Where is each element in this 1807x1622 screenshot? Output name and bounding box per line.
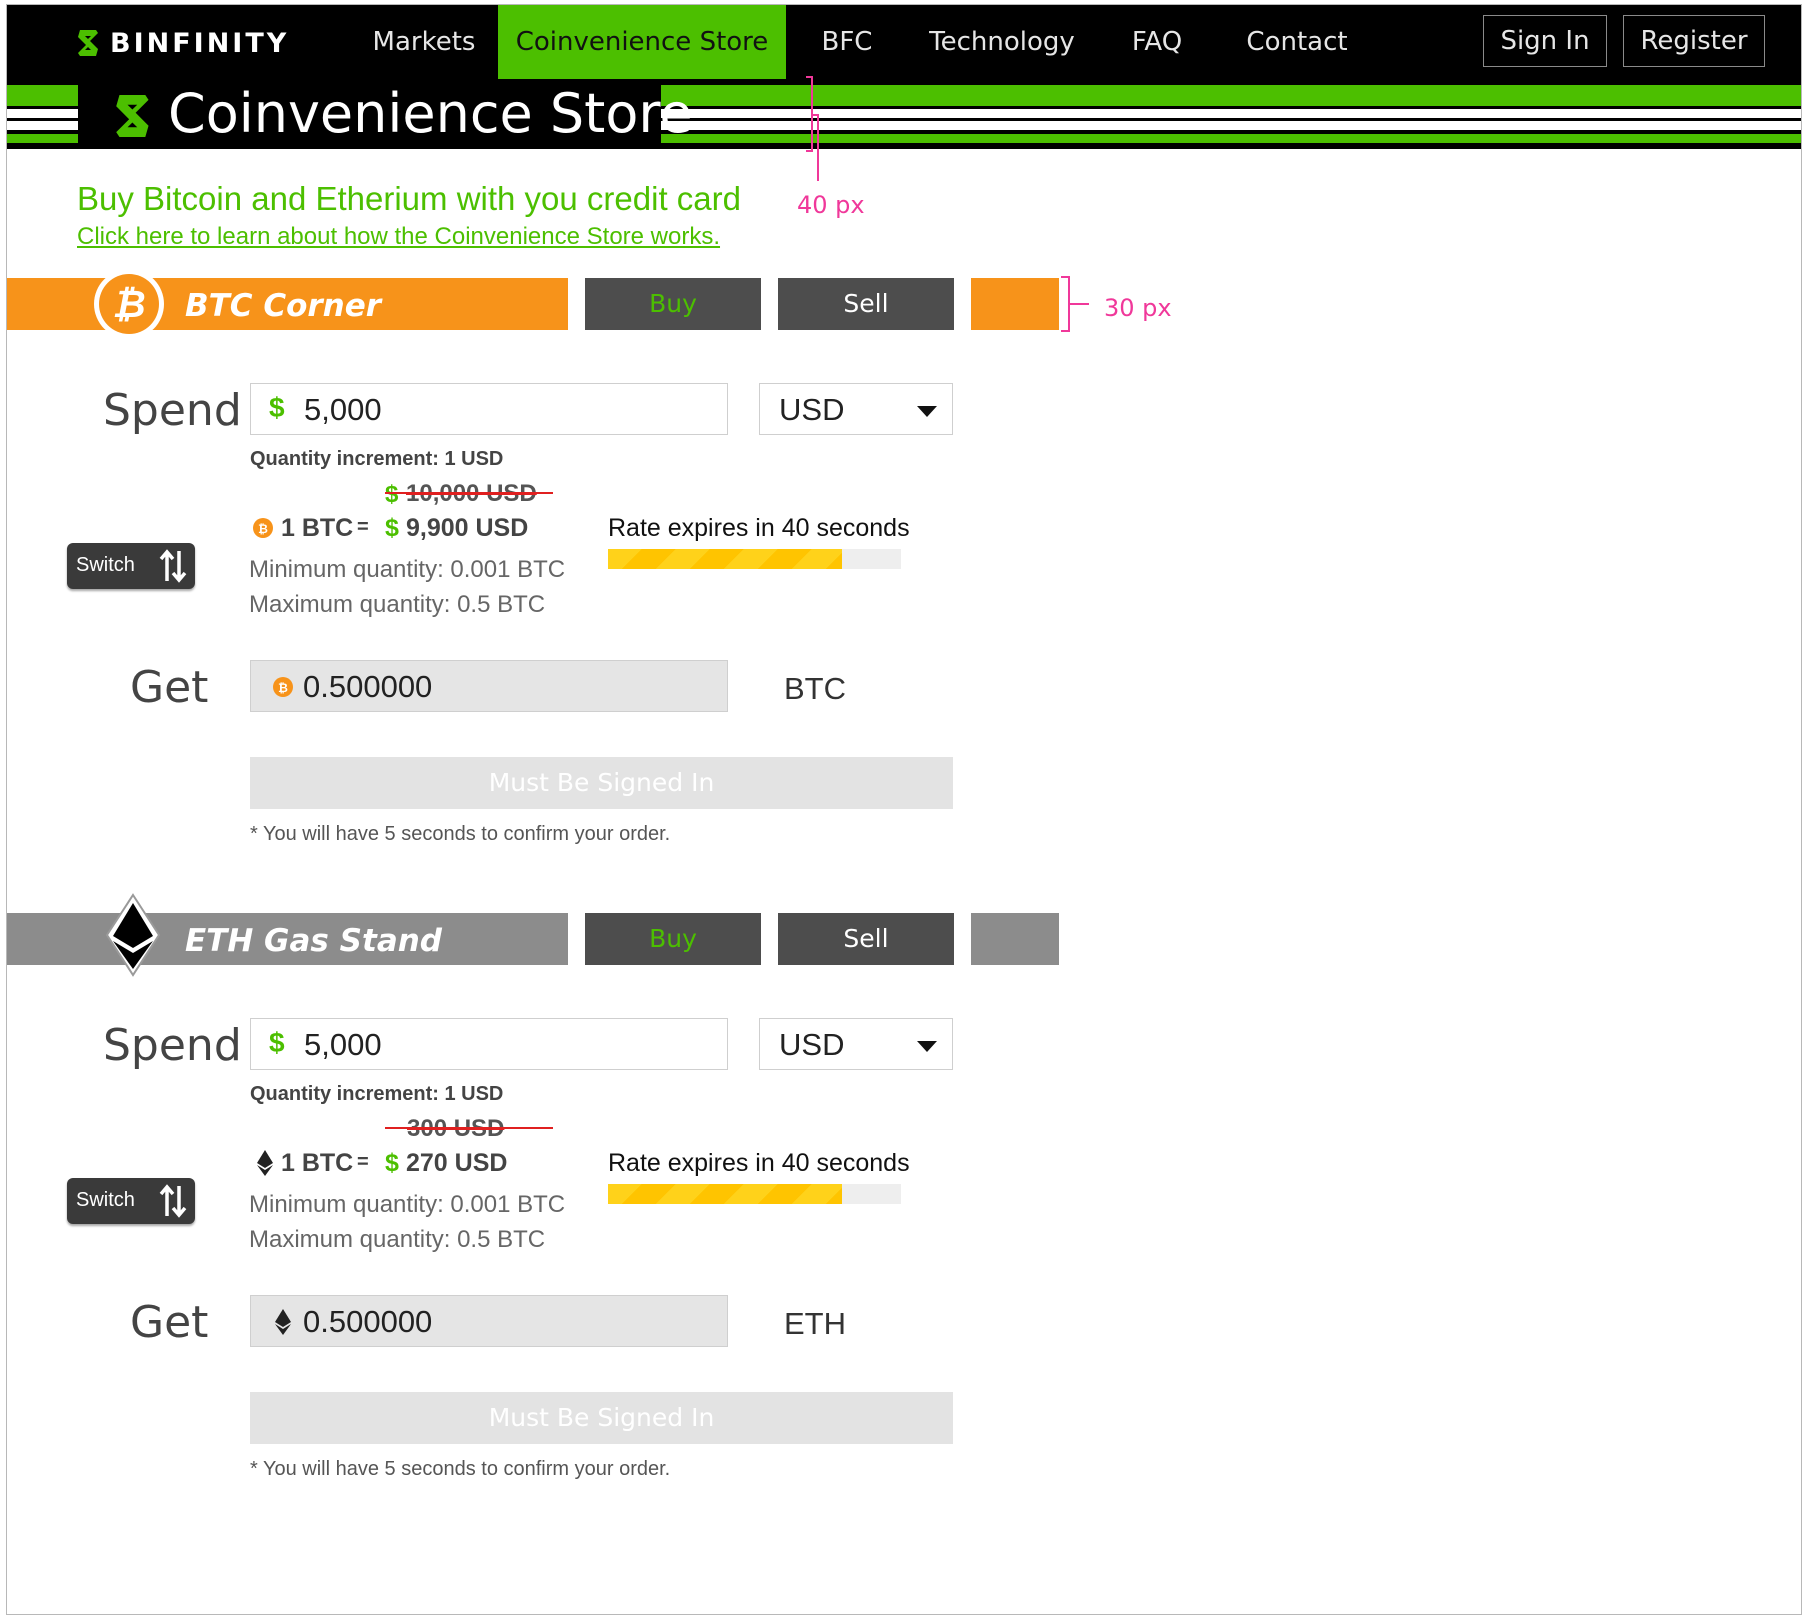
dollar-icon: $ (385, 514, 399, 542)
nav-technology[interactable]: Technology (917, 5, 1087, 79)
eth-get-label: Get (130, 1297, 209, 1348)
sign-in-button[interactable]: Sign In (1483, 15, 1607, 67)
strike-line (385, 492, 553, 494)
nav-markets[interactable]: Markets (359, 5, 489, 79)
switch-label: Switch (76, 1189, 135, 1211)
banner-title: Coinvenience Store (168, 82, 693, 145)
btc-confirm-note: * You will have 5 seconds to confirm you… (250, 823, 671, 845)
btc-get-output: ₿ 0.500000 (250, 660, 728, 712)
btc-get-unit: BTC (784, 671, 846, 706)
chevron-down-icon (917, 1041, 937, 1052)
eth-rate-unit: 1 BTC (281, 1149, 354, 1177)
btc-get-label: Get (130, 662, 209, 713)
how-it-works-link[interactable]: Click here to learn about how the Coinve… (77, 223, 720, 251)
dollar-icon: $ (269, 392, 285, 423)
eth-currency-select[interactable]: USD (759, 1018, 953, 1070)
coinvenience-logo-icon (116, 95, 149, 137)
btc-spend-label: Spend (103, 385, 242, 436)
rate-equals: = (357, 1151, 369, 1173)
btc-min-qty: Minimum quantity: 0.001 BTC (249, 556, 566, 583)
btc-switch-button[interactable]: Switch (67, 543, 195, 589)
eth-get-value: 0.500000 (303, 1304, 433, 1339)
annotation-bracket-icon (806, 76, 819, 181)
annotation-bar-height: 30 px (1104, 294, 1172, 322)
dollar-icon: $ (269, 1027, 285, 1058)
eth-section-title: ETH Gas Stand (185, 923, 442, 959)
bitcoin-icon: ₿ (273, 677, 293, 697)
page-frame: BINFINITY Markets Coinvenience Store BFC… (6, 4, 1802, 1615)
svg-text:₿: ₿ (112, 282, 145, 326)
eth-old-rate: 300 USD (407, 1115, 505, 1142)
btc-currency-select[interactable]: USD (759, 383, 953, 435)
ethereum-icon (105, 893, 161, 977)
ethereum-icon (257, 1150, 273, 1176)
eth-expiry-progress-fill (608, 1184, 843, 1204)
eth-switch-button[interactable]: Switch (67, 1178, 195, 1224)
eth-get-output: 0.500000 (250, 1295, 728, 1347)
binfinity-logo-icon (78, 30, 98, 56)
nav-contact[interactable]: Contact (1232, 5, 1362, 79)
eth-sell-tab[interactable]: Sell (778, 913, 954, 965)
intro-headline: Buy Bitcoin and Etherium with you credit… (77, 180, 741, 217)
bitcoin-icon: ₿ (94, 269, 164, 339)
btc-section-title: BTC Corner (185, 288, 382, 324)
btc-new-rate: 9,900 USD (406, 514, 529, 542)
btc-submit-button[interactable]: Must Be Signed In (250, 757, 953, 809)
nav-faq[interactable]: FAQ (1117, 5, 1197, 79)
rate-equals: = (357, 516, 369, 538)
btc-buy-tab[interactable]: Buy (585, 278, 761, 330)
swap-arrows-icon (159, 549, 187, 583)
svg-text:₿: ₿ (278, 681, 288, 695)
annotation-banner-height: 40 px (797, 191, 865, 219)
btc-expiry-progress-fill (608, 549, 843, 569)
eth-spend-input[interactable]: $ 5,000 (250, 1018, 728, 1070)
eth-rate-expires: Rate expires in 40 seconds (608, 1149, 910, 1177)
eth-buy-tab[interactable]: Buy (585, 913, 761, 965)
svg-text:₿: ₿ (258, 522, 268, 536)
eth-spend-label: Spend (103, 1020, 242, 1071)
eth-get-unit: ETH (784, 1306, 846, 1341)
eth-increment: Quantity increment: 1 USD (250, 1083, 504, 1105)
eth-new-rate: 270 USD (406, 1149, 508, 1177)
dollar-icon: $ (385, 1149, 399, 1177)
btc-old-rate: 10,000 USD (406, 480, 537, 507)
register-button[interactable]: Register (1623, 15, 1765, 67)
btc-sell-tab[interactable]: Sell (778, 278, 954, 330)
strike-line (385, 1127, 553, 1129)
chevron-down-icon (917, 406, 937, 417)
btc-get-value: 0.500000 (303, 669, 433, 704)
btc-spend-value: 5,000 (304, 392, 382, 427)
top-nav: BINFINITY Markets Coinvenience Store BFC… (7, 5, 1801, 79)
swap-arrows-icon (159, 1184, 187, 1218)
btc-bar-tail (971, 278, 1059, 330)
eth-spend-value: 5,000 (304, 1027, 382, 1062)
btc-max-qty: Maximum quantity: 0.5 BTC (249, 591, 546, 618)
dollar-icon: $ (385, 481, 399, 508)
nav-coinvenience-store[interactable]: Coinvenience Store (498, 5, 786, 79)
bitcoin-icon: ₿ (253, 518, 273, 538)
eth-bar-tail (971, 913, 1059, 965)
brand-name: BINFINITY (110, 27, 290, 59)
eth-confirm-note: * You will have 5 seconds to confirm you… (250, 1458, 671, 1480)
btc-spend-input[interactable]: $ 5,000 (250, 383, 728, 435)
eth-min-qty: Minimum quantity: 0.001 BTC (249, 1191, 566, 1218)
btc-rate-unit: 1 BTC (281, 514, 354, 542)
btc-rate-expires: Rate expires in 40 seconds (608, 514, 910, 542)
eth-expiry-progress (608, 1184, 901, 1204)
ethereum-icon (275, 1309, 291, 1335)
btc-expiry-progress (608, 549, 901, 569)
brand-logo[interactable]: BINFINITY (76, 25, 289, 61)
btc-increment: Quantity increment: 1 USD (250, 448, 504, 470)
eth-currency-value: USD (779, 1027, 845, 1062)
eth-max-qty: Maximum quantity: 0.5 BTC (249, 1226, 546, 1253)
btc-currency-value: USD (779, 392, 845, 427)
nav-bfc[interactable]: BFC (807, 5, 887, 79)
annotation-bracket-icon (1061, 276, 1089, 332)
eth-submit-button[interactable]: Must Be Signed In (250, 1392, 953, 1444)
switch-label: Switch (76, 554, 135, 576)
